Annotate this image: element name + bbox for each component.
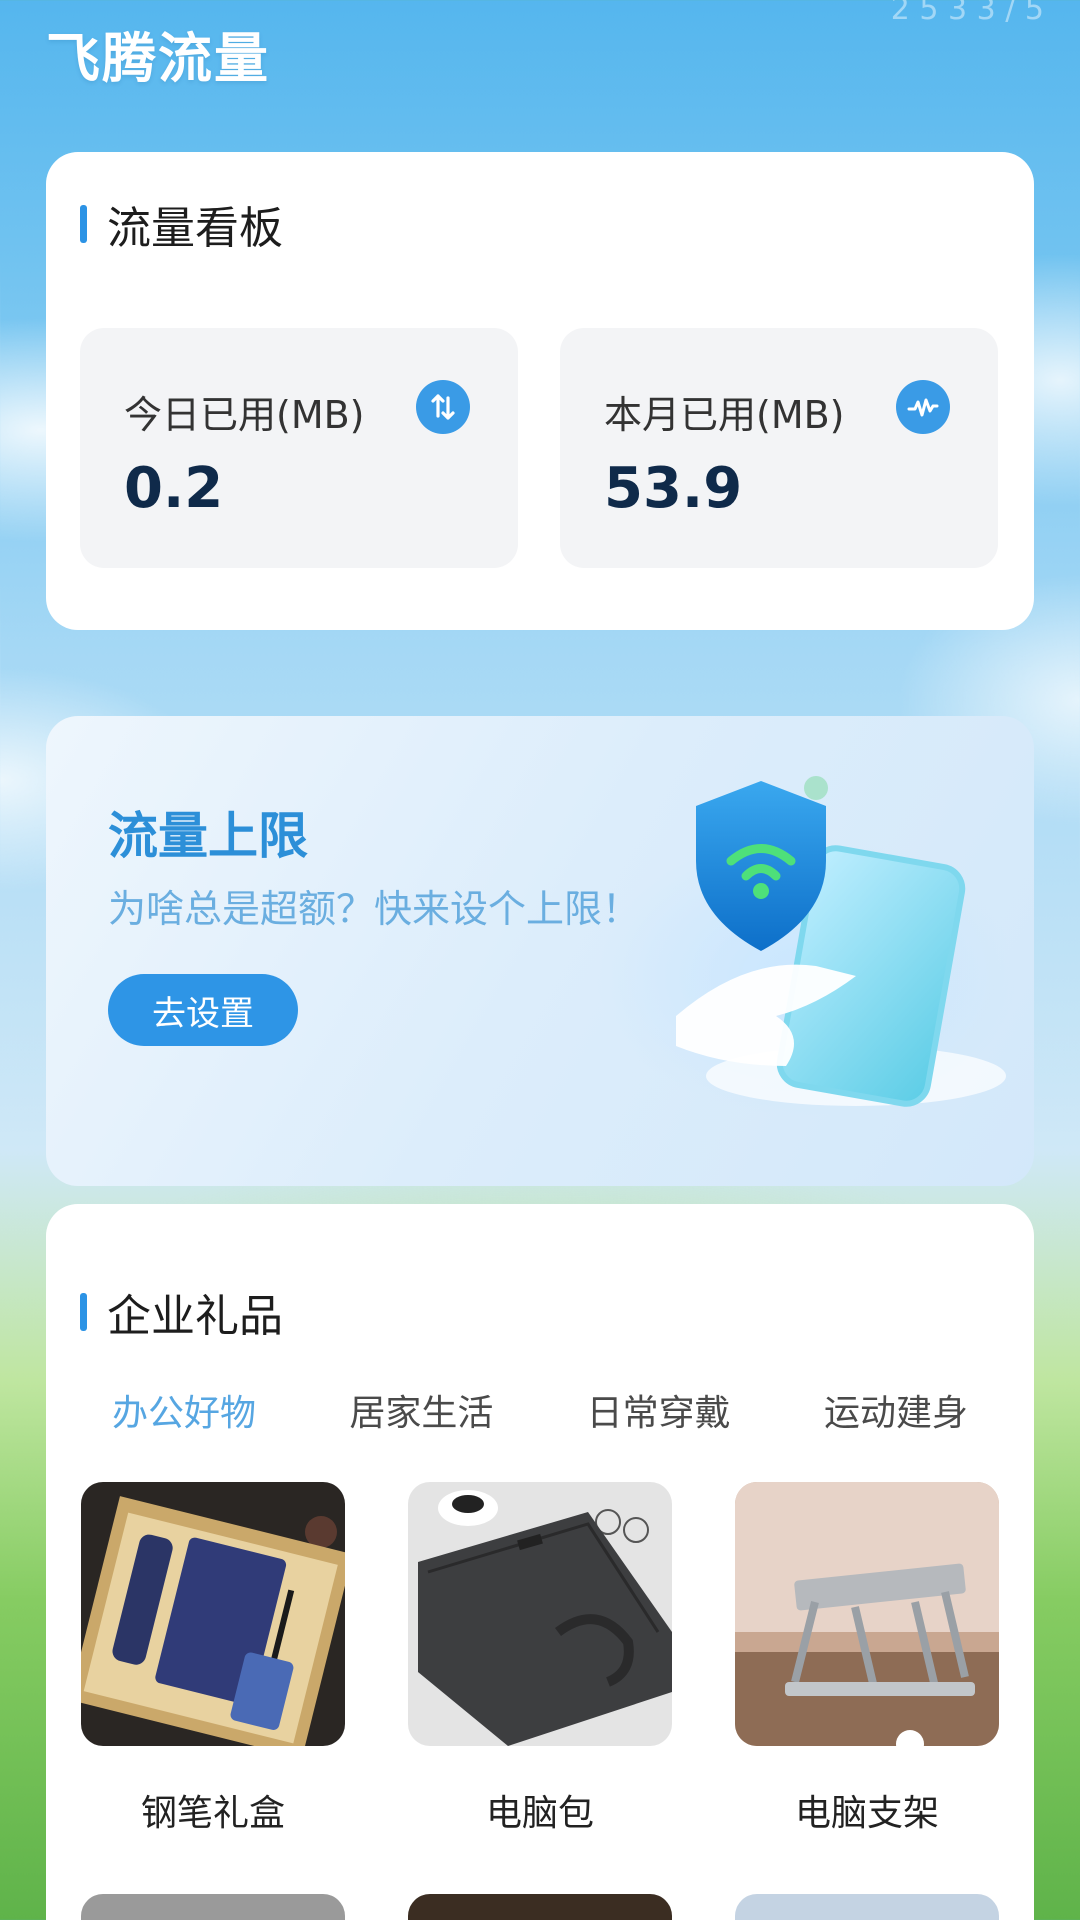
month-usage-label: 本月已用(MB)	[604, 393, 845, 437]
tab-office[interactable]: 办公好物	[112, 1384, 256, 1436]
activity-pulse-icon	[896, 380, 950, 434]
traffic-limit-banner[interactable]: 流量上限 为啥总是超额？快来设个上限！ 去设置	[46, 716, 1034, 1186]
up-down-arrows-icon	[416, 380, 470, 434]
product-name: 电脑支架	[794, 1793, 939, 1834]
product-thumbnail-partial[interactable]	[408, 1894, 672, 1920]
pen-gift-box-image	[81, 1482, 345, 1746]
banner-title: 流量上限	[108, 807, 308, 865]
dashboard-section-title: 流量看板	[80, 192, 283, 256]
traffic-dashboard-card: 流量看板 今日已用(MB) 0.2 本月已用(MB) 53.9	[46, 152, 1034, 630]
gifts-section-title: 企业礼品	[80, 1280, 283, 1344]
laptop-bag-image	[408, 1482, 672, 1746]
product-card[interactable]: 钢笔礼盒	[81, 1482, 345, 1836]
product-card[interactable]: 电脑包	[408, 1482, 672, 1836]
go-settings-button[interactable]: 去设置	[108, 974, 298, 1046]
app-title: 飞腾流量	[46, 27, 270, 90]
corporate-gifts-card: 企业礼品 办公好物 居家生活 日常穿戴 运动建身 钢笔礼盒 电脑包 电脑支架	[46, 1204, 1034, 1920]
product-thumbnail-partial[interactable]	[81, 1894, 345, 1920]
tab-home-living[interactable]: 居家生活	[349, 1384, 493, 1436]
product-card[interactable]: 电脑支架	[735, 1482, 999, 1836]
dashboard-title: 流量看板	[107, 203, 283, 254]
today-usage-label: 今日已用(MB)	[124, 393, 365, 437]
banner-subtitle: 为啥总是超额？快来设个上限！	[108, 887, 641, 931]
month-usage-box[interactable]: 本月已用(MB) 53.9	[560, 328, 998, 568]
shield-phone-illustration	[676, 776, 1006, 1107]
laptop-stand-image	[735, 1482, 999, 1746]
product-thumbnail-partial[interactable]	[735, 1894, 999, 1920]
section-accent-bar	[80, 1293, 87, 1331]
gifts-title: 企业礼品	[107, 1291, 283, 1342]
status-text: 2 5 3 3 / 5	[890, 0, 1044, 27]
product-name: 钢笔礼盒	[140, 1793, 285, 1834]
gift-category-tabs: 办公好物 居家生活 日常穿戴 运动建身	[80, 1384, 1000, 1436]
product-name: 电脑包	[485, 1793, 594, 1834]
today-usage-value: 0.2	[124, 456, 224, 521]
section-accent-bar	[80, 205, 87, 243]
tab-sports-fitness[interactable]: 运动建身	[824, 1384, 968, 1436]
today-usage-box[interactable]: 今日已用(MB) 0.2	[80, 328, 518, 568]
tab-daily-wear[interactable]: 日常穿戴	[587, 1384, 731, 1436]
month-usage-value: 53.9	[604, 456, 743, 521]
